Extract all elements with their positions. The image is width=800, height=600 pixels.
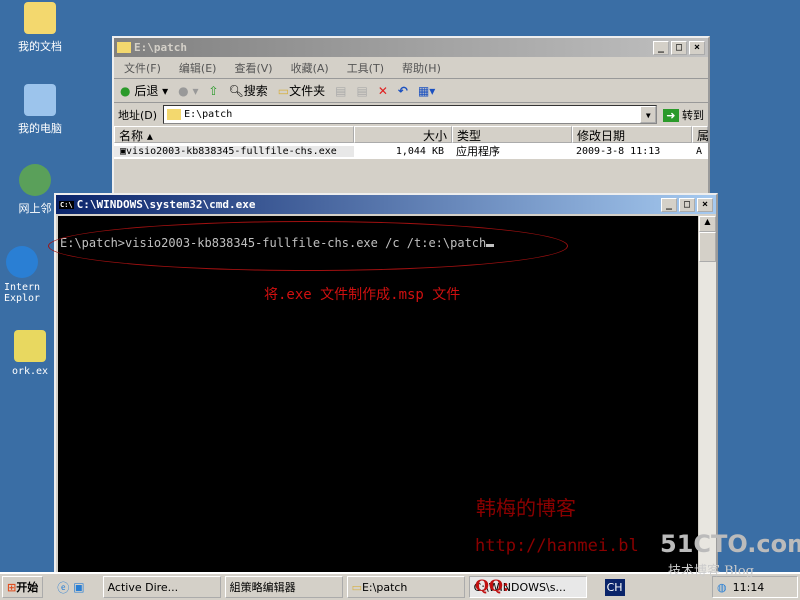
language-indicator[interactable]: CH [604,578,625,596]
windows-logo-icon: ⊞ [7,580,17,594]
watermark-url: http://hanmei.bl [475,536,639,556]
watermark-logo: 51CTO.com [660,530,800,558]
start-button[interactable]: ⊞ 开始 [2,576,44,598]
minimize-button[interactable]: _ [661,197,677,212]
file-modified: 2009-3-8 11:13 [576,145,661,157]
forward-button[interactable]: ● ▾ [178,84,198,98]
folder-icon [117,42,131,53]
file-attr: A [696,145,703,157]
file-name: visio2003-kb838345-fullfile-chs.exe [126,145,337,157]
column-attr[interactable]: 属 [692,126,709,143]
icon-label: 网上邻 [18,202,52,215]
cmd-icon: C:\ [59,200,74,209]
toolbar: ● 后退 ▾ ● ▾ ⇧ 🔍︎搜索 ▭文件夹 ▤ ▤ ✕ ↶ ▦▾ [114,79,708,103]
clock: 11:14 [732,580,765,594]
computer-icon [24,84,56,116]
address-bar: 地址(D) E:\patch ▼ ➜ 转到 [114,103,708,126]
icon-label: 我的电脑 [18,122,62,135]
dropdown-icon[interactable]: ▼ [640,106,657,123]
maximize-button[interactable]: □ [671,40,687,55]
window-title: E:\patch [134,41,187,54]
menu-view[interactable]: 查看(V) [234,60,272,76]
back-icon: ● [120,84,131,98]
column-type[interactable]: 类型 [452,126,572,143]
maximize-button[interactable]: □ [679,197,695,212]
watermark-qq: QQ: [475,576,509,595]
views-icon[interactable]: ▦▾ [418,84,435,98]
scroll-thumb[interactable] [699,232,716,262]
menu-tools[interactable]: 工具(T) [347,60,384,76]
menu-edit[interactable]: 编辑(E) [179,60,217,76]
folder-icon [24,2,56,34]
icon-label: Intern Explor [3,282,41,304]
desktop-icon-ie[interactable]: Intern Explor [0,246,52,304]
watermark-blog: 韩梅的博客 [476,496,576,520]
console-output[interactable]: E:\patch>visio2003-kb838345-fullfile-chs… [48,216,698,573]
folder-icon: ▭ [351,580,362,594]
address-input[interactable]: E:\patch ▼ [163,105,658,124]
menu-file[interactable]: 文件(F) [124,60,161,76]
explorer-title-bar[interactable]: E:\patch _ □ × [114,38,708,57]
close-button[interactable]: × [697,197,713,212]
ie-quicklaunch-icon[interactable]: ⓔ [57,579,69,596]
file-row[interactable]: ▣visio2003-kb838345-fullfile-chs.exe 1,0… [114,143,708,159]
menu-favorites[interactable]: 收藏(A) [291,60,329,76]
move-to-icon[interactable]: ▤ [335,84,346,98]
up-icon[interactable]: ⇧ [208,84,218,98]
folder-icon: ▭ [277,84,290,98]
watermark-logo-sub: 技术博客 Blog [668,564,754,579]
copy-to-icon[interactable]: ▤ [357,84,368,98]
minimize-button[interactable]: _ [653,40,669,55]
annotation-text: 将.exe 文件制作成.msp 文件 [264,287,461,303]
window-title: C:\WINDOWS\system32\cmd.exe [76,198,256,211]
close-button[interactable]: × [689,40,705,55]
file-type: 应用程序 [456,145,500,158]
package-icon [14,330,46,362]
explorer-window: E:\patch _ □ × 文件(F) 编辑(E) 查看(V) 收藏(A) 工具(T) 帮助… [112,36,710,206]
undo-icon[interactable]: ↶ [398,84,408,98]
folders-button[interactable]: ▭文件夹 [278,82,325,99]
icon-label: ork.ex [11,366,49,377]
cmd-window: C:\ C:\WINDOWS\system32\cmd.exe _ □ × E:\pa… [48,193,718,575]
file-size: 1,044 KB [395,145,444,157]
search-icon: 🔍︎ [228,84,244,98]
taskbar-item-active-directory[interactable]: Active Dire... [102,576,221,598]
taskbar-item-group-policy[interactable]: 組策略编辑器 [224,576,343,598]
ie-icon [6,246,38,278]
quicklaunch-icon[interactable]: ▣ [73,580,84,594]
icon-label: 我的文档 [18,40,62,53]
menu-help[interactable]: 帮助(H) [402,60,441,76]
network-tray-icon[interactable]: ◍ [717,581,727,594]
highlight-ellipse [48,221,568,271]
address-label: 地址(D) [118,108,158,122]
desktop-icon-my-computer[interactable]: 我的电脑 [0,84,80,136]
go-arrow-icon: ➜ [663,108,679,122]
column-name[interactable]: 名称 ▴ [114,126,354,143]
cmd-title-bar[interactable]: C:\ C:\WINDOWS\system32\cmd.exe _ □ × [56,195,716,214]
menu-bar: 文件(F) 编辑(E) 查看(V) 收藏(A) 工具(T) 帮助(H) [114,57,708,79]
search-button[interactable]: 🔍︎搜索 [229,82,268,99]
folder-icon [167,109,182,120]
taskbar-item-explorer[interactable]: ▭ E:\patch [346,576,465,598]
back-button[interactable]: ● 后退 ▾ [120,82,168,99]
delete-icon[interactable]: ✕ [378,84,388,98]
column-headers: 名称 ▴ 大小 类型 修改日期 属 [114,126,709,143]
address-value: E:\patch [184,109,233,120]
network-icon [19,164,51,196]
scroll-up-button[interactable]: ▲ [699,216,716,232]
scrollbar[interactable]: ▲ [699,216,716,573]
column-size[interactable]: 大小 [354,126,452,143]
go-button[interactable]: ➜ 转到 [663,107,704,123]
column-modified[interactable]: 修改日期 [572,126,692,143]
desktop-icon-my-documents[interactable]: 我的文档 [0,2,80,54]
system-tray: ◍ 11:14 [712,576,798,598]
